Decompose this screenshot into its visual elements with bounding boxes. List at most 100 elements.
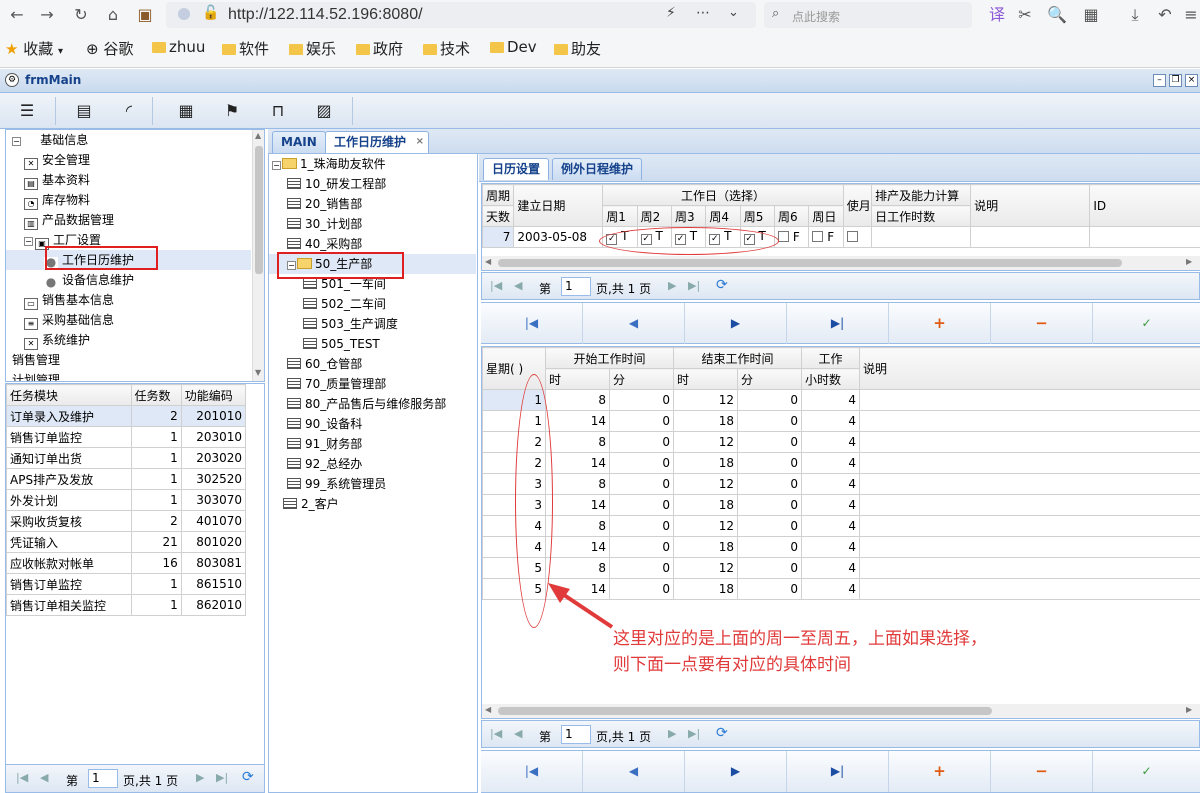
cell-task-count[interactable]: 1: [130, 468, 182, 490]
col-week5[interactable]: 周5: [739, 205, 776, 227]
apps-grid-icon[interactable]: ▦: [1080, 4, 1102, 26]
tree-item[interactable]: 30_计划部: [269, 214, 476, 234]
tree-item[interactable]: ≡ 采购基础信息: [6, 310, 251, 330]
bookmark-zhuu[interactable]: zhuu: [152, 38, 205, 56]
col-end-hour[interactable]: 时: [673, 368, 739, 390]
tab-calendar-settings[interactable]: 日历设置: [483, 158, 550, 180]
col-start-min[interactable]: 分: [608, 368, 675, 390]
cell-task-module[interactable]: 通知订单出货: [6, 447, 132, 469]
hamburger-menu-icon[interactable]: ☰: [16, 100, 38, 122]
table-row[interactable]: 4 8 0 12 0 4: [482, 515, 1200, 537]
col-cycle[interactable]: 周期: [482, 184, 515, 206]
tree-item[interactable]: 20_销售部: [269, 194, 476, 214]
cell-task-count[interactable]: 21: [130, 531, 182, 553]
tree-collapse-icon[interactable]: −: [24, 237, 33, 246]
tree-item[interactable]: 502_二车间: [269, 294, 476, 314]
scroll-up-icon[interactable]: ▲: [255, 131, 261, 140]
bookmark-favorites[interactable]: ★ 收藏 ▾: [5, 38, 63, 59]
cell-work-hours[interactable]: [871, 226, 972, 248]
cell-task-count[interactable]: 1: [130, 489, 182, 511]
scroll-left-icon[interactable]: ◀: [485, 705, 491, 714]
cell-start-hour[interactable]: 8: [545, 431, 610, 453]
checkbox-unchecked[interactable]: [812, 231, 824, 242]
cell-end-min[interactable]: 0: [737, 536, 803, 558]
tab-exception-schedule[interactable]: 例外日程维护: [552, 158, 643, 180]
tree-collapse-icon[interactable]: −: [272, 161, 281, 170]
cell-start-min[interactable]: 0: [608, 536, 675, 558]
delete-record-button[interactable]: −: [991, 303, 1093, 344]
cell-end-hour[interactable]: 12: [673, 557, 739, 579]
tree-item[interactable]: ◔ 库存物料: [6, 190, 251, 210]
cell-start-min[interactable]: 0: [608, 389, 675, 411]
prev-page-icon[interactable]: ◀: [40, 771, 48, 784]
cell-days[interactable]: 7: [482, 226, 515, 248]
cell-task-module[interactable]: 应收帐款对帐单: [6, 552, 132, 574]
checkbox-unchecked[interactable]: [778, 231, 790, 242]
delete-record-button[interactable]: −: [991, 751, 1093, 792]
cell-hours[interactable]: 4: [801, 578, 861, 600]
cell-end-min[interactable]: 0: [737, 578, 803, 600]
col-end-min[interactable]: 分: [737, 368, 803, 390]
cell-task-count[interactable]: 16: [130, 552, 182, 574]
confirm-record-button[interactable]: ✓: [1093, 751, 1200, 792]
cell-func-code[interactable]: 803081: [180, 552, 247, 574]
first-record-button[interactable]: |◀: [481, 751, 583, 792]
cell-func-code[interactable]: 862010: [180, 594, 247, 616]
cell-func-code[interactable]: 201010: [180, 405, 247, 427]
briefcase-icon[interactable]: ▣: [134, 4, 156, 26]
first-page-icon[interactable]: |◀: [16, 771, 28, 784]
page-input[interactable]: 1: [561, 277, 591, 296]
cell-task-module[interactable]: 销售订单监控: [6, 573, 132, 595]
refresh-icon[interactable]: ⟳: [716, 725, 728, 741]
cell-func-code[interactable]: 302520: [180, 468, 247, 490]
tree-item[interactable]: ▤ 基本资料: [6, 170, 251, 190]
col-func-code[interactable]: 功能编码: [180, 384, 247, 406]
more-icon[interactable]: ⋯: [696, 5, 710, 21]
cell-start-min[interactable]: 0: [608, 410, 675, 432]
last-page-icon[interactable]: ▶|: [688, 727, 700, 740]
refresh-icon[interactable]: ⟳: [716, 277, 728, 293]
cell-date[interactable]: 2003-05-08: [513, 226, 604, 248]
page-input[interactable]: 1: [561, 725, 591, 744]
table-row[interactable]: 采购收货复核 2 401070: [6, 510, 247, 532]
close-button[interactable]: ×: [1185, 74, 1198, 87]
bookmark-entertainment[interactable]: 娱乐: [289, 38, 336, 59]
scroll-left-icon[interactable]: ◀: [485, 257, 491, 266]
scroll-right-icon[interactable]: ▶: [1186, 705, 1192, 714]
cell-end-min[interactable]: 0: [737, 473, 803, 495]
bookmark-software[interactable]: 软件: [222, 38, 269, 59]
cell-start-min[interactable]: 0: [608, 452, 675, 474]
cell-hours[interactable]: 4: [801, 389, 861, 411]
cell-func-code[interactable]: 801020: [180, 531, 247, 553]
cell-task-module[interactable]: 销售订单相关监控: [6, 594, 132, 616]
col-week4[interactable]: 周4: [705, 205, 741, 227]
first-record-button[interactable]: |◀: [481, 303, 583, 344]
tree-item[interactable]: 60_仓管部: [269, 354, 476, 374]
col-week7[interactable]: 周日: [808, 205, 844, 227]
page-input[interactable]: 1: [88, 769, 118, 788]
cell-end-min[interactable]: 0: [737, 452, 803, 474]
cell-func-code[interactable]: 861510: [180, 573, 247, 595]
table-row[interactable]: 销售订单监控 1 203010: [6, 426, 247, 448]
chevron-down-icon[interactable]: ⌄: [728, 5, 739, 20]
tree-item[interactable]: 80_产品售后与维修服务部: [269, 394, 476, 414]
add-record-button[interactable]: +: [889, 303, 991, 344]
magnifier-icon[interactable]: 🔍: [1046, 4, 1068, 26]
last-page-icon[interactable]: ▶|: [216, 771, 228, 784]
cell-end-hour[interactable]: 12: [673, 473, 739, 495]
next-record-button[interactable]: ▶: [685, 751, 787, 792]
table-row[interactable]: 3 14 0 18 0 4: [482, 494, 1200, 516]
scrollbar-thumb[interactable]: [498, 259, 1122, 267]
cell-hours[interactable]: 4: [801, 410, 861, 432]
table-row[interactable]: 4 14 0 18 0 4: [482, 536, 1200, 558]
rss-icon[interactable]: ◜: [118, 100, 140, 122]
cell-hours[interactable]: 4: [801, 494, 861, 516]
first-page-icon[interactable]: |◀: [490, 727, 502, 740]
col-note[interactable]: 说明: [859, 347, 1200, 390]
checkbox-unchecked[interactable]: [846, 231, 858, 242]
horizontal-scrollbar[interactable]: ◀ ▶: [482, 704, 1200, 718]
undo-icon[interactable]: ↶: [1154, 4, 1176, 26]
refresh-icon[interactable]: ⟳: [242, 769, 254, 785]
tree-item[interactable]: 40_采购部: [269, 234, 476, 254]
prev-record-button[interactable]: ◀: [583, 303, 685, 344]
